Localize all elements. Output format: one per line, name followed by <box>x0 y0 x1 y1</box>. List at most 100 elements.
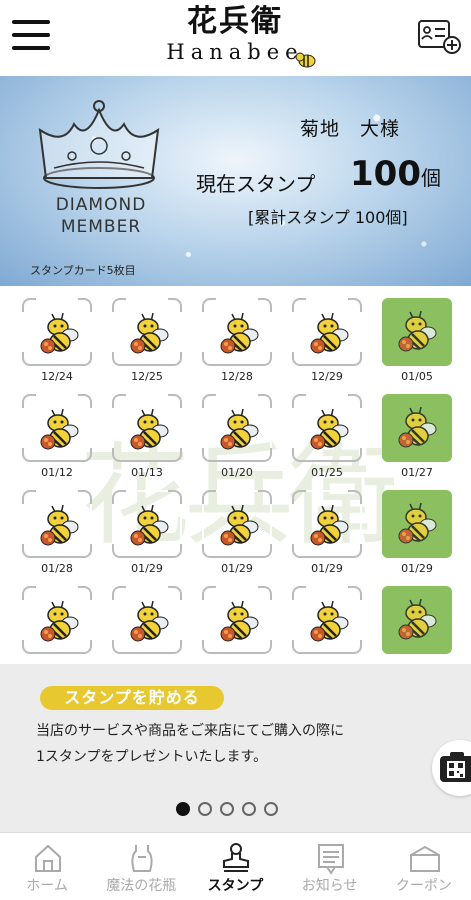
stamp-cell: 01/27 <box>382 394 452 479</box>
info-description-line1: 当店のサービスや商品をご来店にてご購入の際に <box>36 723 344 739</box>
stamp-date: 01/29 <box>311 562 343 575</box>
collect-stamps-heading: スタンプを貯める <box>40 686 224 710</box>
stamp-tile <box>292 490 362 558</box>
coupon-icon <box>409 845 440 872</box>
page-dot[interactable] <box>242 802 256 816</box>
stamp-tile <box>22 490 92 558</box>
stamp-tile <box>112 490 182 558</box>
nav-tab-home[interactable]: ホーム <box>0 833 94 900</box>
stamp-icon <box>223 843 250 872</box>
nav-tab-vase[interactable]: 魔法の花瓶 <box>94 833 188 900</box>
stamp-date: 01/12 <box>41 466 73 479</box>
stamp-cell: 01/29 <box>382 490 452 575</box>
bee-logo-icon <box>295 52 316 68</box>
bee-stamp-icon <box>310 600 349 642</box>
stamp-cell: 12/28 <box>202 298 272 383</box>
news-icon <box>317 844 344 875</box>
bee-stamp-icon <box>40 504 79 546</box>
hamburger-menu-icon[interactable] <box>12 18 50 52</box>
bee-stamp-icon <box>398 406 437 448</box>
stamp-date: 12/25 <box>131 370 163 383</box>
stamp-tile <box>202 394 272 462</box>
info-panel: スタンプを貯める 当店のサービスや商品をご来店にてご購入の際に 1スタンプをプレ… <box>0 664 471 832</box>
stamp-cell: 01/20 <box>202 394 272 479</box>
stamp-cell: 01/05 <box>382 298 452 383</box>
hanabee-logo: 花兵衛 Hanabee <box>150 4 320 72</box>
nav-tab-label: 魔法の花瓶 <box>106 878 177 894</box>
stamp-date: 01/20 <box>221 466 253 479</box>
member-rank-line1: DIAMOND <box>55 195 147 215</box>
bee-stamp-icon <box>398 598 437 640</box>
stamp-cell: 12/24 <box>22 298 92 383</box>
bee-stamp-icon <box>310 312 349 354</box>
bee-stamp-icon <box>398 310 437 352</box>
stamp-cell <box>202 586 272 664</box>
bee-stamp-icon <box>40 312 79 354</box>
home-icon <box>35 844 61 872</box>
total-stamp-label: [累計スタンプ 100個] <box>248 208 408 227</box>
stamp-date: 12/24 <box>41 370 73 383</box>
stamp-tile <box>202 490 272 558</box>
nav-tab-stamp[interactable]: スタンプ <box>188 833 282 900</box>
bee-stamp-icon <box>310 504 349 546</box>
bee-stamp-icon <box>220 312 259 354</box>
stamp-grid: 12/24 12/25 12/28 12/29 01/05 01/12 01/1… <box>22 298 452 664</box>
bee-stamp-icon <box>220 600 259 642</box>
stamp-tile <box>22 394 92 462</box>
page-dot[interactable] <box>198 802 212 816</box>
nav-tab-label: スタンプ <box>207 878 264 894</box>
stamp-date: 01/25 <box>311 466 343 479</box>
stamp-date: 01/28 <box>41 562 73 575</box>
stamp-tile <box>112 586 182 654</box>
bee-stamp-icon <box>130 408 169 450</box>
stamp-date: 12/29 <box>311 370 343 383</box>
page-dot[interactable] <box>220 802 234 816</box>
stamp-tile <box>292 298 362 366</box>
current-stamp-unit: 個 <box>420 166 441 190</box>
stamp-tile <box>202 586 272 654</box>
member-card-add-icon[interactable] <box>417 18 461 54</box>
page-dot[interactable] <box>264 802 278 816</box>
stamp-date: 01/27 <box>401 466 433 479</box>
nav-tab-label: クーポン <box>395 878 452 894</box>
stamp-cell: 01/28 <box>22 490 92 575</box>
app-header: 花兵衛 Hanabee <box>0 0 471 76</box>
stamp-date: 01/05 <box>401 370 433 383</box>
user-name: 菊地 大様 <box>300 118 401 140</box>
current-stamp-label: 現在スタンプ <box>196 172 316 196</box>
bee-stamp-icon <box>40 408 79 450</box>
nav-tab-label: ホーム <box>26 878 68 894</box>
bee-stamp-icon <box>130 504 169 546</box>
qr-camera-icon <box>440 752 471 782</box>
bee-stamp-icon <box>220 504 259 546</box>
stamp-cell: 01/29 <box>202 490 272 575</box>
nav-tab-label: お知らせ <box>301 878 358 894</box>
stamp-cell: 12/29 <box>292 298 362 383</box>
stamp-date: 01/29 <box>221 562 253 575</box>
bee-stamp-icon <box>40 600 79 642</box>
stamp-date: 01/13 <box>131 466 163 479</box>
stamp-cell: 01/12 <box>22 394 92 479</box>
member-status-banner: DIAMOND MEMBER 菊地 大様 現在スタンプ 100個 [累計スタンプ… <box>0 76 471 286</box>
bee-stamp-icon <box>130 312 169 354</box>
stamp-cell <box>112 586 182 664</box>
stamp-tile <box>112 394 182 462</box>
stamp-cell <box>382 586 452 664</box>
vase-icon <box>131 845 153 872</box>
nav-tab-news[interactable]: お知らせ <box>283 833 377 900</box>
stamp-tile <box>292 586 362 654</box>
member-rank-line2: MEMBER <box>60 217 142 237</box>
bee-stamp-icon <box>398 502 437 544</box>
page-indicator <box>176 802 278 816</box>
stamp-tile-bonus <box>382 394 452 462</box>
bottom-navigation: ホーム 魔法の花瓶 スタンプ お知らせ クーポン <box>0 832 471 900</box>
nav-tab-coupon[interactable]: クーポン <box>377 833 471 900</box>
stamp-tile <box>22 298 92 366</box>
info-description-line2: 1スタンプをプレゼントいたします。 <box>36 749 268 765</box>
stamp-tile <box>112 298 182 366</box>
stamp-date: 01/29 <box>131 562 163 575</box>
qr-camera-button[interactable] <box>432 740 471 796</box>
stamp-tile <box>202 298 272 366</box>
current-stamp-value: 100 <box>350 154 421 194</box>
page-dot[interactable] <box>176 802 190 816</box>
